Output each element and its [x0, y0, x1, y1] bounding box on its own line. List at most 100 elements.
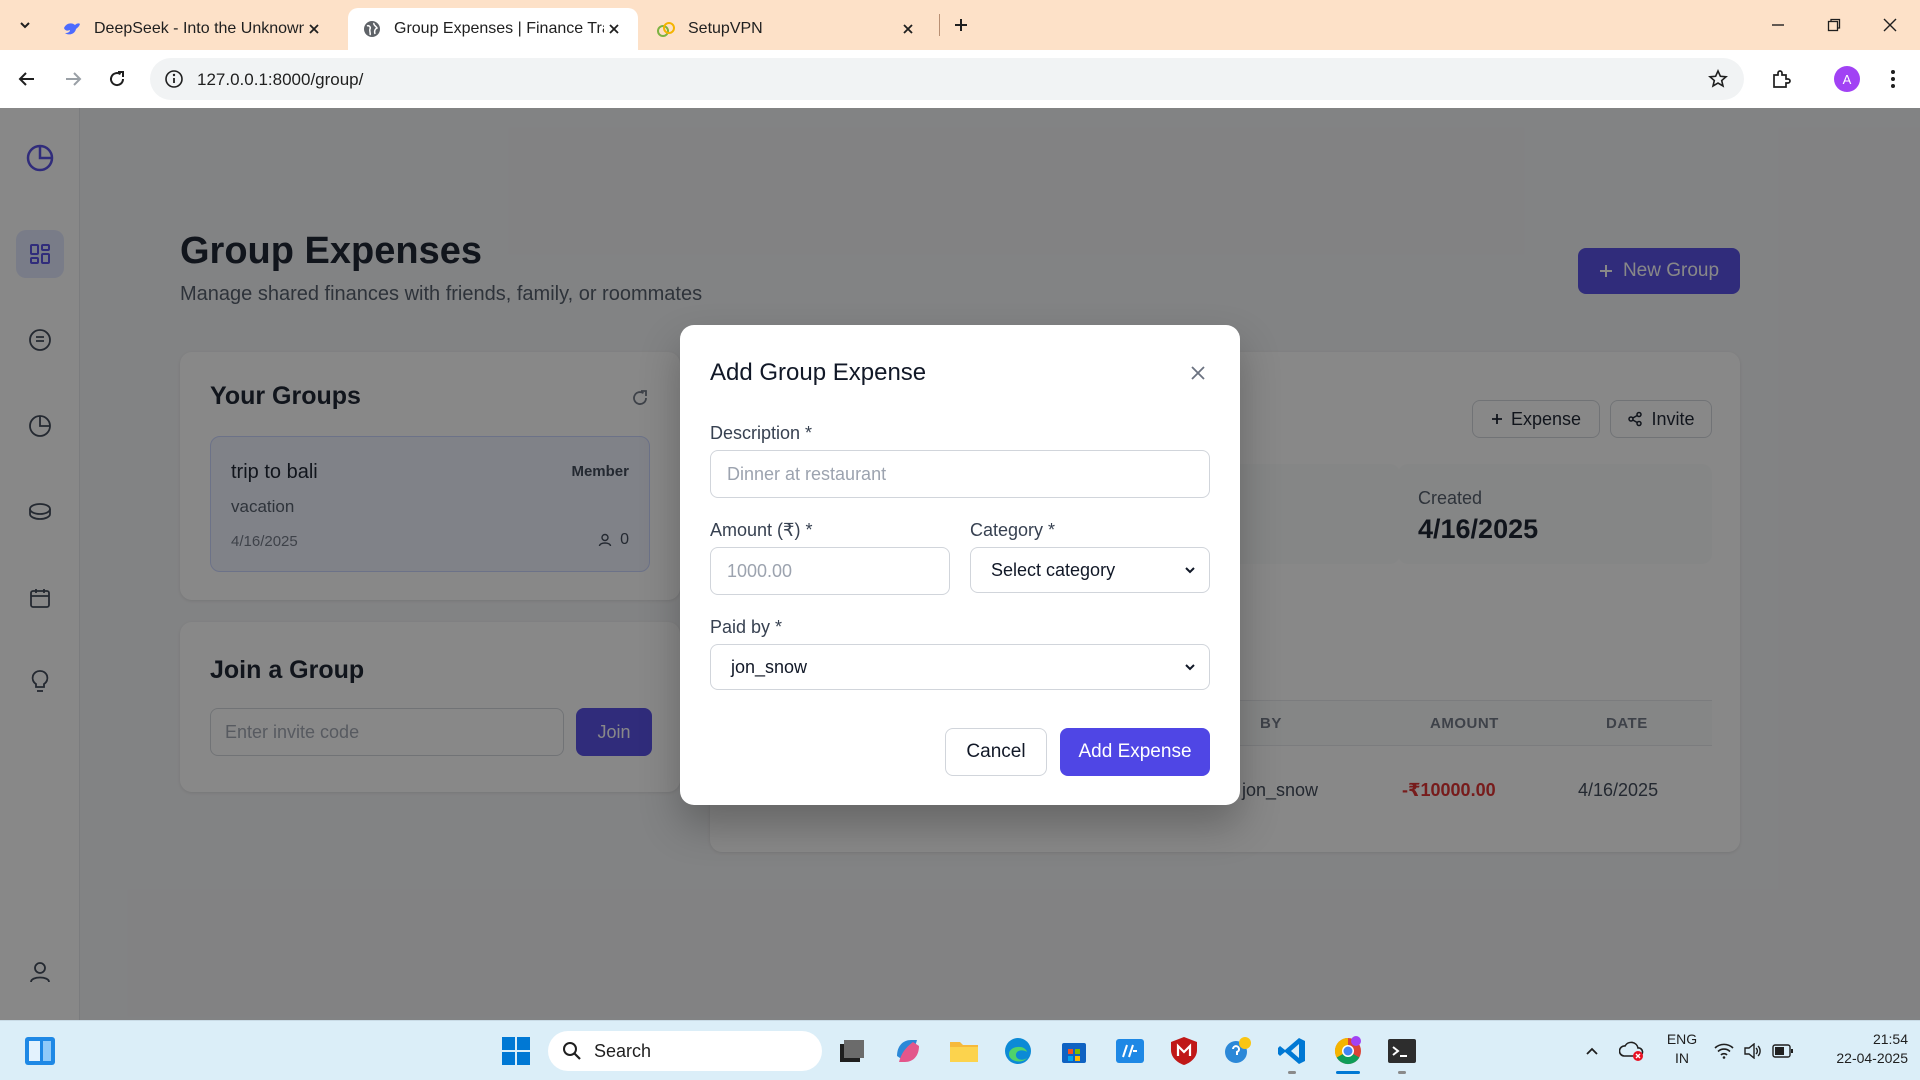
copilot-icon	[897, 1040, 919, 1062]
globe-icon	[364, 21, 380, 37]
address-bar[interactable]: 127.0.0.1:8000/group/	[150, 58, 1744, 100]
site-info-icon[interactable]	[164, 69, 184, 89]
hp-icon	[1116, 1039, 1144, 1063]
chevron-down-icon	[20, 22, 30, 29]
windows-logo-icon	[502, 1037, 530, 1065]
file-explorer-button[interactable]	[944, 1031, 984, 1071]
reload-icon	[110, 71, 125, 87]
arrow-right-icon	[66, 72, 82, 86]
browser-menu-button[interactable]	[1878, 64, 1908, 94]
paid-by-select[interactable]: jon_snow	[710, 644, 1210, 690]
tab-search-button[interactable]	[10, 10, 40, 40]
shield-icon	[1171, 1037, 1197, 1065]
vscode-icon	[1278, 1038, 1305, 1064]
folder-icon	[950, 1042, 978, 1062]
vpn-icon	[657, 22, 675, 37]
chevron-down-icon	[1185, 567, 1195, 574]
language-top: ENG	[1666, 1031, 1698, 1047]
onedrive-status-button[interactable]	[1612, 1031, 1652, 1071]
close-icon	[1191, 366, 1205, 380]
language-bottom: IN	[1675, 1050, 1689, 1066]
chevron-up-icon	[1586, 1047, 1598, 1055]
forward-button[interactable]	[58, 64, 88, 94]
help-icon	[1225, 1037, 1251, 1063]
add-expense-submit-button[interactable]: Add Expense	[1060, 728, 1210, 776]
profile-avatar: A	[1834, 66, 1860, 92]
terminal-button[interactable]	[1382, 1031, 1422, 1071]
tab-separator	[939, 14, 940, 36]
terminal-running-indicator	[1398, 1071, 1406, 1074]
close-icon	[1883, 18, 1897, 32]
add-group-expense-modal: Add Group Expense Description * Amount (…	[680, 325, 1240, 805]
close-icon[interactable]	[304, 19, 324, 39]
more-vertical-icon	[1891, 70, 1895, 88]
chrome-running-indicator	[1336, 1071, 1360, 1074]
language-indicator[interactable]: ENG IN	[1660, 1031, 1704, 1066]
search-icon	[563, 1042, 581, 1060]
task-view-button[interactable]	[832, 1031, 872, 1071]
widgets-icon	[25, 1037, 55, 1065]
extensions-button[interactable]	[1766, 64, 1796, 94]
widgets-button[interactable]	[20, 1031, 60, 1071]
wifi-icon	[1714, 1043, 1734, 1059]
cancel-button[interactable]: Cancel	[945, 728, 1047, 776]
minimize-icon	[1772, 24, 1784, 26]
bookmark-star-icon[interactable]	[1708, 69, 1728, 89]
tray-overflow-button[interactable]	[1572, 1031, 1612, 1071]
profile-button[interactable]: A	[1832, 64, 1862, 94]
chevron-down-icon	[1185, 664, 1195, 671]
task-view-icon	[840, 1040, 864, 1062]
taskbar-search-label: Search	[594, 1040, 652, 1061]
minimize-button[interactable]	[1750, 0, 1806, 50]
tab-setupvpn[interactable]: SetupVPN	[642, 8, 932, 50]
new-tab-button[interactable]	[946, 10, 976, 40]
browser-tab-strip: DeepSeek - Into the Unknown Group Expens…	[0, 0, 1920, 50]
clock[interactable]: 21:54 22-04-2025	[1808, 1031, 1908, 1066]
amount-input[interactable]	[710, 547, 950, 595]
url-text[interactable]: 127.0.0.1:8000/group/	[197, 70, 363, 90]
arrow-left-icon	[18, 72, 34, 86]
vscode-button[interactable]	[1272, 1031, 1312, 1071]
category-selected-value: Select category	[991, 559, 1116, 580]
amount-label: Amount (₹) *	[710, 520, 813, 540]
volume-icon	[1744, 1043, 1761, 1059]
tab-deepseek[interactable]: DeepSeek - Into the Unknown	[48, 8, 338, 50]
tab-group-expenses[interactable]: Group Expenses | Finance Track	[348, 8, 638, 50]
close-window-button[interactable]	[1862, 0, 1918, 50]
clock-time: 21:54	[1872, 1031, 1908, 1047]
reload-button[interactable]	[102, 64, 132, 94]
modal-title: Add Group Expense	[710, 359, 927, 386]
store-icon	[1062, 1043, 1086, 1063]
restore-button[interactable]	[1806, 0, 1862, 50]
cloud-error-icon	[1619, 1041, 1644, 1061]
chrome-icon	[1334, 1036, 1361, 1065]
windows-taskbar: Search ENG IN 21:54 22-04-2025	[0, 1020, 1920, 1080]
description-label: Description *	[710, 423, 813, 443]
battery-icon	[1772, 1044, 1793, 1058]
mcafee-button[interactable]	[1164, 1031, 1204, 1071]
tab-label: Group Expenses | Finance Track	[394, 20, 604, 37]
store-button[interactable]	[1054, 1031, 1094, 1071]
vscode-running-indicator	[1288, 1071, 1296, 1074]
tab-label: DeepSeek - Into the Unknown	[94, 20, 304, 37]
copilot-button[interactable]	[888, 1031, 928, 1071]
paid-by-label: Paid by *	[710, 617, 783, 637]
category-select[interactable]: Select category	[970, 547, 1210, 593]
back-button[interactable]	[12, 64, 42, 94]
chrome-button[interactable]	[1328, 1031, 1368, 1071]
edge-icon	[1005, 1038, 1031, 1064]
close-icon[interactable]	[898, 19, 918, 39]
paid-by-selected-value: jon_snow	[731, 656, 808, 677]
taskbar-search[interactable]: Search	[548, 1031, 822, 1071]
tab-label: SetupVPN	[688, 20, 763, 37]
close-icon[interactable]	[604, 19, 624, 39]
plus-icon	[955, 19, 967, 31]
myhp-button[interactable]	[1110, 1031, 1150, 1071]
quick-settings-button[interactable]	[1714, 1031, 1794, 1071]
terminal-icon	[1388, 1039, 1416, 1063]
modal-close-button[interactable]	[1186, 361, 1210, 385]
edge-button[interactable]	[998, 1031, 1038, 1071]
start-button[interactable]	[496, 1031, 536, 1071]
help-button[interactable]	[1218, 1031, 1258, 1071]
description-input[interactable]	[710, 450, 1210, 498]
